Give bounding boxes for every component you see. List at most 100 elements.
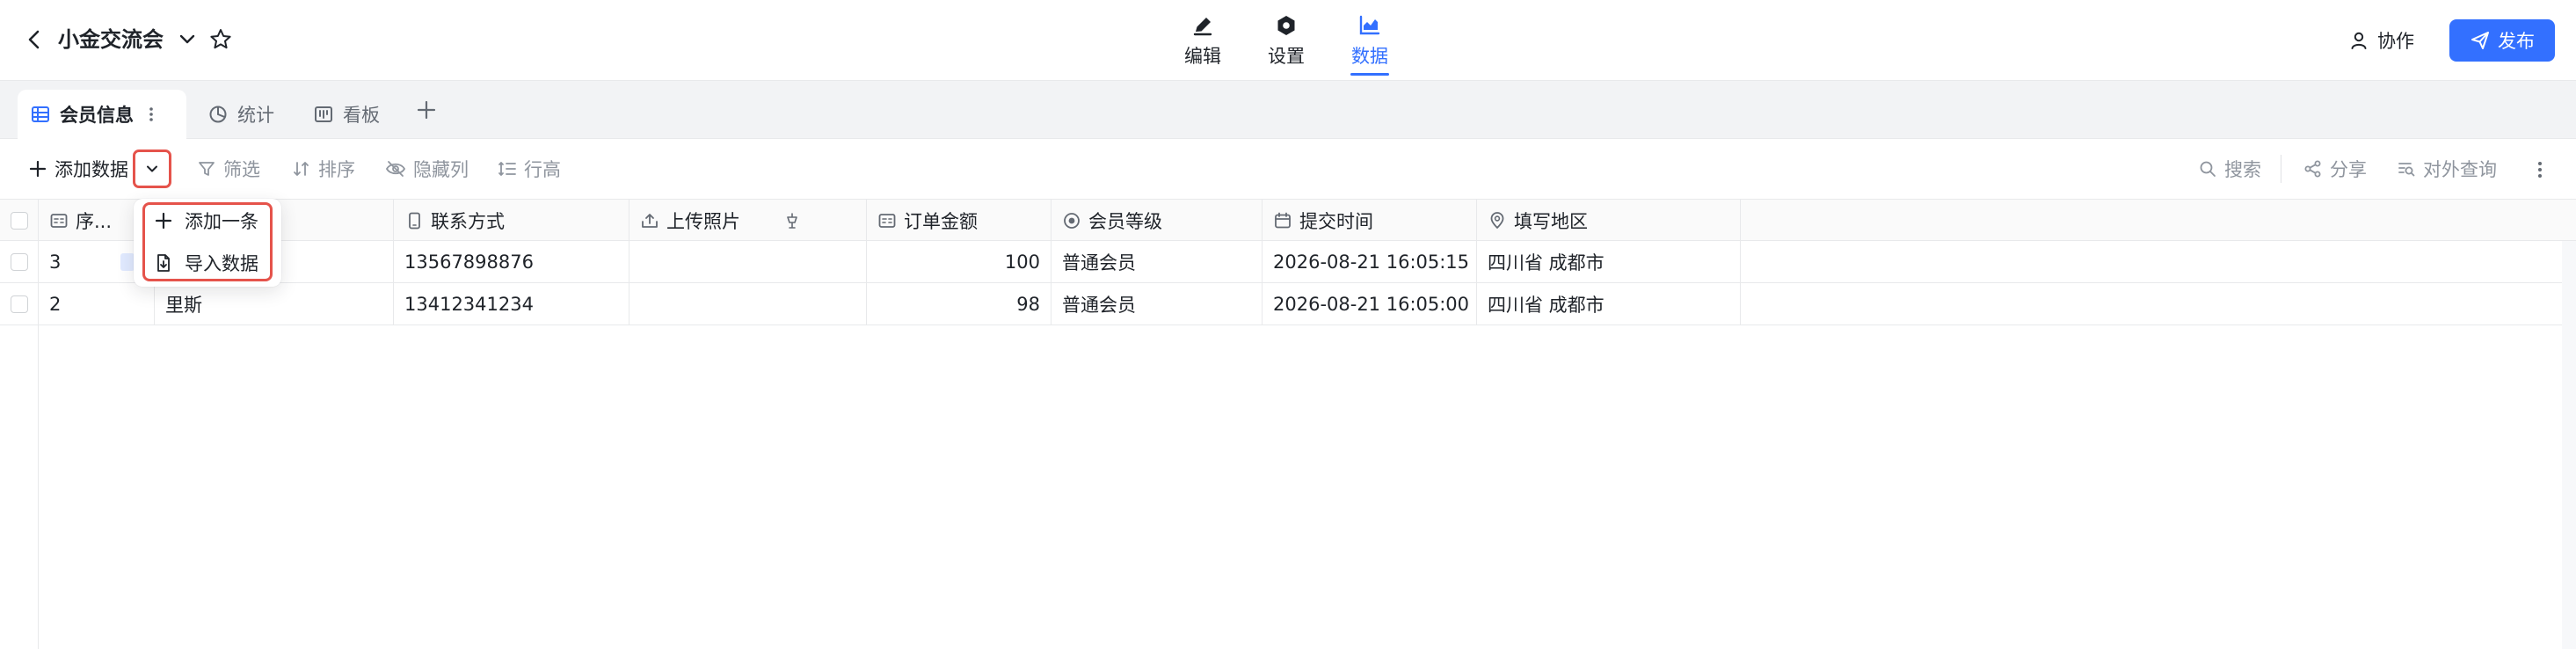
menu-item-label: 添加一条 (185, 211, 258, 232)
view-tab-label: 看板 (343, 105, 380, 126)
column-header-label: 上传照片 (666, 211, 740, 232)
back-arrow-icon[interactable] (19, 25, 49, 55)
chevron-down-icon[interactable] (176, 28, 199, 51)
column-header-phone[interactable]: 联系方式 (394, 200, 629, 242)
seq-value: 3 (49, 252, 62, 273)
column-header-label: 提交时间 (1299, 211, 1373, 232)
view-tab-label: 会员信息 (60, 105, 134, 126)
cell-name[interactable]: 里斯 (155, 283, 394, 325)
column-header-photo[interactable]: 上传照片 (629, 200, 867, 242)
table-icon (30, 104, 51, 125)
cell-photo[interactable] (629, 283, 867, 325)
send-icon (2470, 30, 2491, 51)
cell-phone[interactable]: 13412341234 (394, 283, 629, 325)
filter-label: 筛选 (223, 159, 260, 180)
public-query-button[interactable]: 对外查询 (2397, 151, 2497, 186)
row-checkbox[interactable] (10, 295, 28, 313)
cell-region[interactable]: 四川省 成都市 (1477, 241, 1741, 283)
cell-time[interactable]: 2026-08-21 16:05:00 (1263, 283, 1477, 325)
row-height-icon (498, 159, 517, 179)
calendar-icon (1273, 211, 1292, 230)
cell-phone[interactable]: 13567898876 (394, 241, 629, 283)
time-value: 2026-08-21 16:05:15 (1273, 252, 1470, 273)
mode-tab-label: 编辑 (1184, 46, 1221, 67)
amount-value: 100 (1004, 252, 1040, 273)
cell-amount[interactable]: 100 (867, 241, 1052, 283)
gutter-divider (38, 325, 39, 649)
cell-region[interactable]: 四川省 成都市 (1477, 283, 1741, 325)
column-header-region[interactable]: 填写地区 (1477, 200, 1741, 242)
seq-value: 2 (49, 294, 62, 315)
view-tab-member-info[interactable]: 会员信息 (18, 90, 186, 139)
search-button[interactable]: 搜索 (2198, 151, 2261, 186)
select-all-checkbox[interactable] (10, 212, 28, 230)
mode-tab-edit[interactable]: 编辑 (1166, 12, 1240, 77)
view-tab-kanban[interactable]: 看板 (301, 90, 392, 139)
pie-chart-icon (207, 104, 229, 125)
vertical-scrollbar[interactable] (2562, 241, 2576, 649)
public-query-label: 对外查询 (2423, 159, 2497, 180)
eye-off-icon (385, 159, 406, 179)
menu-item-add-one[interactable]: 添加一条 (155, 203, 258, 238)
row-select-cell (0, 241, 39, 283)
region-value: 四川省 成都市 (1488, 252, 1605, 273)
add-data-button[interactable]: 添加数据 (28, 151, 128, 186)
column-header-label: 订单金额 (904, 211, 978, 232)
gear-icon (1273, 12, 1299, 39)
row-checkbox[interactable] (10, 253, 28, 271)
cell-seq[interactable]: 2 (39, 283, 155, 325)
app-title: 小金交流会 (58, 27, 164, 52)
sort-label: 排序 (318, 159, 355, 180)
radio-icon (1062, 211, 1081, 230)
field-settings-icon[interactable] (782, 211, 802, 230)
publish-button[interactable]: 发布 (2449, 19, 2555, 62)
more-vertical-icon[interactable] (142, 104, 160, 125)
filter-icon (197, 159, 216, 179)
column-header-level[interactable]: 会员等级 (1052, 200, 1263, 242)
amount-value: 98 (1016, 294, 1040, 315)
name-value: 里斯 (165, 295, 202, 316)
column-header-time[interactable]: 提交时间 (1263, 200, 1477, 242)
pencil-icon (1190, 12, 1216, 39)
collaborate-button[interactable]: 协作 (2349, 21, 2462, 60)
table-row[interactable]: 2 里斯 13412341234 98 普通会员 2026-08-21 16:0… (0, 283, 2576, 325)
add-data-menu: 添加一条 导入数据 (134, 199, 281, 287)
row-tag (120, 253, 135, 271)
star-icon[interactable] (207, 26, 234, 53)
column-header-label: 填写地区 (1514, 211, 1588, 232)
mode-tab-settings[interactable]: 设置 (1249, 12, 1323, 77)
phone-icon (404, 211, 424, 230)
add-data-dropdown-toggle[interactable] (133, 149, 171, 188)
cell-amount[interactable]: 98 (867, 283, 1052, 325)
row-height-button[interactable]: 行高 (498, 151, 561, 186)
mode-tab-label: 设置 (1268, 46, 1305, 67)
upload-icon (640, 211, 659, 230)
add-view-plus-icon[interactable] (413, 97, 440, 123)
more-vertical-icon[interactable] (2529, 157, 2551, 183)
id-card-icon (877, 211, 897, 230)
hide-columns-button[interactable]: 隐藏列 (385, 151, 469, 186)
mode-tab-label: 数据 (1351, 46, 1388, 67)
add-data-label: 添加数据 (55, 159, 128, 180)
cell-level[interactable]: 普通会员 (1052, 241, 1263, 283)
cell-time[interactable]: 2026-08-21 16:05:15 (1263, 241, 1477, 283)
filter-button[interactable]: 筛选 (197, 151, 260, 186)
data-table: 序... 联系方式 上传照片 订单金额 会员等级 提交时间 填写地区 3 135… (0, 199, 2576, 649)
table-row[interactable]: 3 13567898876 100 普通会员 2026-08-21 16:05:… (0, 241, 2576, 283)
menu-item-import-data[interactable]: 导入数据 (155, 245, 258, 281)
query-list-icon (2397, 159, 2416, 179)
chart-icon (1357, 12, 1383, 39)
data-toolbar: 添加数据 筛选 排序 隐藏列 行高 搜索 分享 对外查询 (0, 139, 2576, 199)
sort-button[interactable]: 排序 (292, 151, 355, 186)
id-card-icon (49, 211, 69, 230)
column-header-amount[interactable]: 订单金额 (867, 200, 1052, 242)
plus-icon (28, 159, 47, 179)
view-tab-stats[interactable]: 统计 (195, 90, 287, 139)
mode-tab-data[interactable]: 数据 (1333, 12, 1407, 77)
cell-photo[interactable] (629, 241, 867, 283)
share-button[interactable]: 分享 (2303, 151, 2367, 186)
level-value: 普通会员 (1062, 252, 1136, 273)
level-value: 普通会员 (1062, 295, 1136, 316)
cell-level[interactable]: 普通会员 (1052, 283, 1263, 325)
collaborate-label: 协作 (2377, 31, 2414, 52)
